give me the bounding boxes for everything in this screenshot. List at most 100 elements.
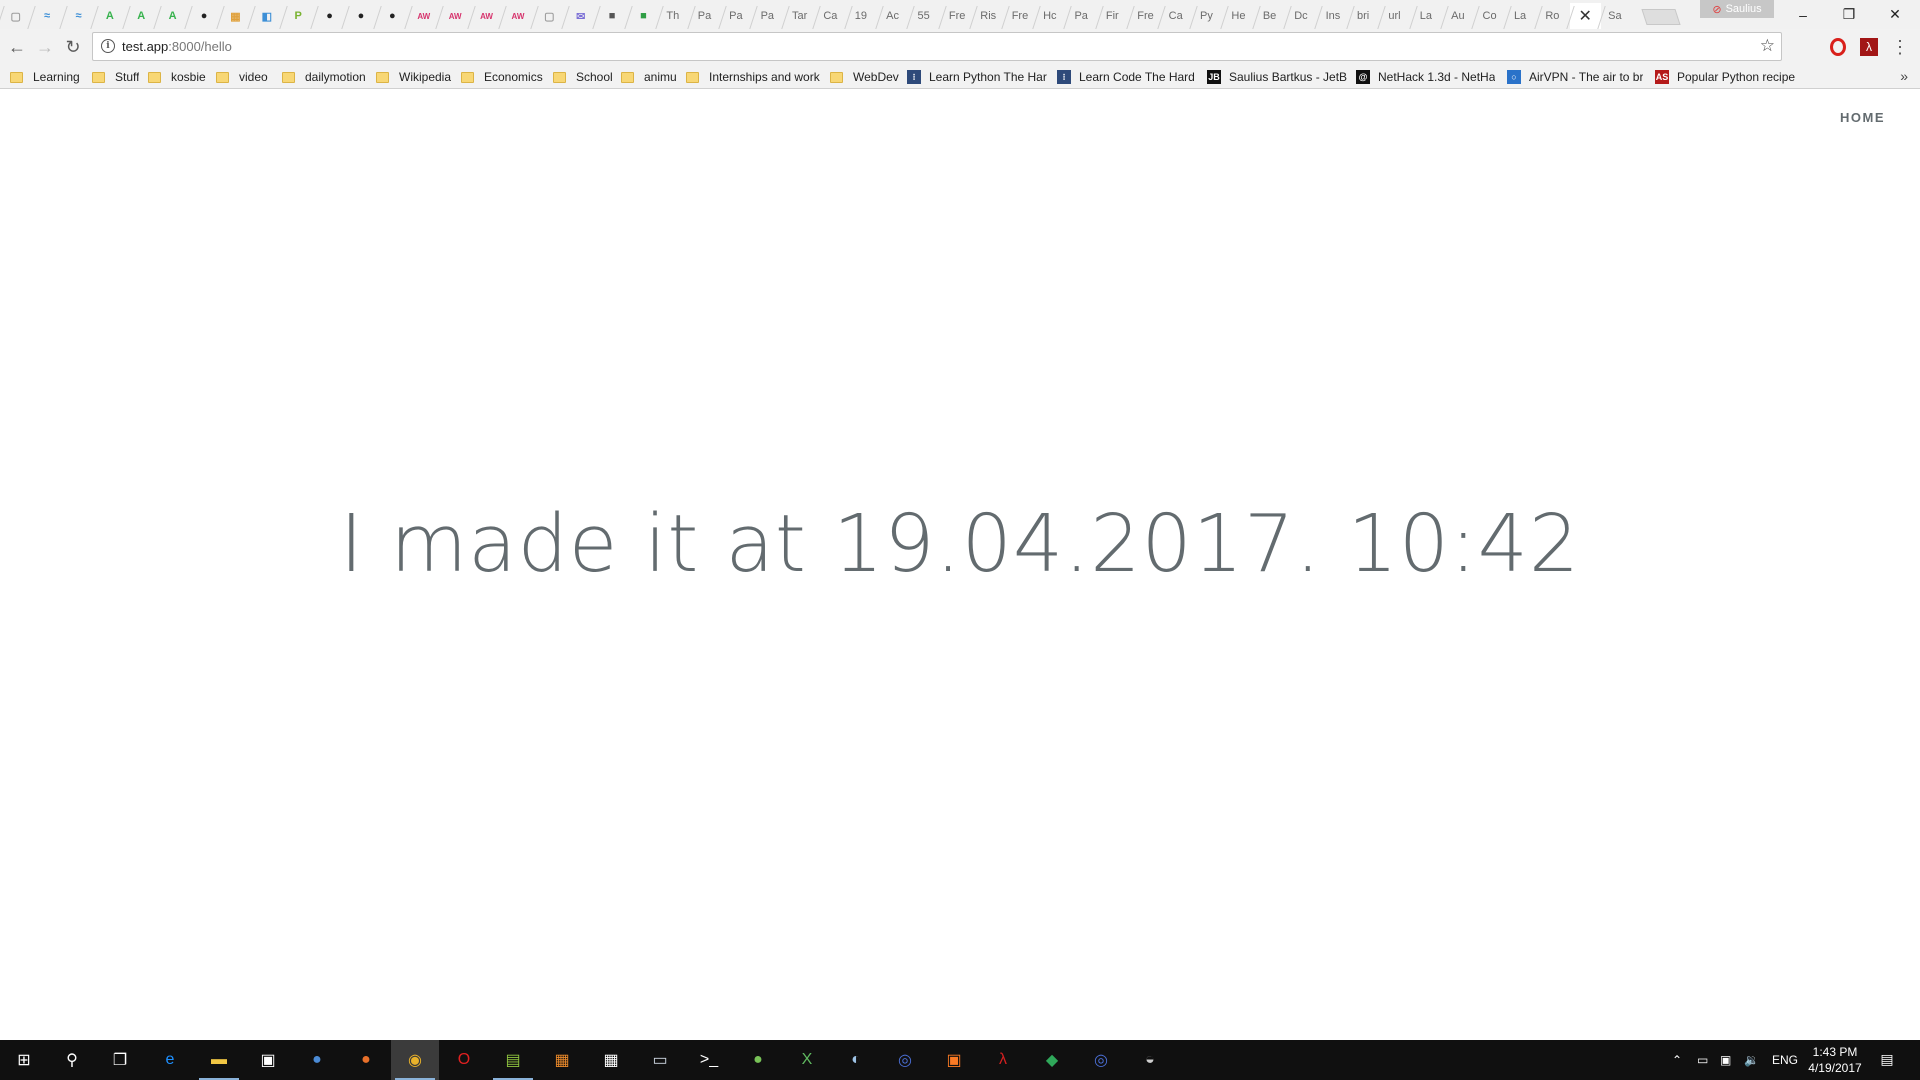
notifications-icon[interactable]: ▤ [1876, 1048, 1898, 1070]
tab[interactable]: ≈ [63, 3, 94, 29]
tab[interactable]: Th [659, 3, 690, 29]
tab[interactable]: AW [471, 3, 502, 29]
tab[interactable]: ▢ [0, 3, 31, 29]
bookmark-link[interactable]: ⁝ Learn Python The Har [907, 69, 1047, 85]
taskbar-xampp-button[interactable]: ▣ [930, 1040, 978, 1080]
tab[interactable]: Dc [1287, 3, 1318, 29]
tab[interactable]: ■ [628, 3, 659, 29]
tray-chevron-icon[interactable]: ⌃ [1672, 1040, 1682, 1080]
tab[interactable]: He [1224, 3, 1255, 29]
bookmark-link[interactable]: ⁝ Learn Code The Hard [1057, 69, 1195, 85]
bookmark-folder[interactable]: video [216, 69, 268, 85]
tab[interactable]: Fre [942, 3, 973, 29]
tab-active[interactable]: ✕ [1569, 3, 1601, 29]
taskbar-terminal-button[interactable]: >_ [685, 1040, 733, 1080]
tab[interactable]: Fre [1130, 3, 1161, 29]
bookmark-folder[interactable]: WebDev [830, 69, 899, 85]
tab[interactable]: Sa [1601, 3, 1632, 29]
taskbar-sublime-button[interactable]: ▦ [538, 1040, 586, 1080]
taskbar-thunderbird-button[interactable]: ● [293, 1040, 341, 1080]
tab[interactable]: Ins [1318, 3, 1349, 29]
tab[interactable]: Pa [1067, 3, 1098, 29]
tab[interactable]: La [1507, 3, 1538, 29]
tab[interactable]: AW [408, 3, 439, 29]
tab[interactable]: ● [345, 3, 376, 29]
tab[interactable]: Ac [879, 3, 910, 29]
tab[interactable]: AW [439, 3, 470, 29]
bookmark-folder[interactable]: dailymotion [282, 69, 366, 85]
bookmark-folder[interactable]: Wikipedia [376, 69, 451, 85]
tab[interactable]: Pa [753, 3, 784, 29]
taskbar-photos-button[interactable]: ▭ [636, 1040, 684, 1080]
taskbar-acrobat-button[interactable]: λ [979, 1040, 1027, 1080]
tab[interactable]: AW [502, 3, 533, 29]
taskbar-android-studio-button[interactable]: ● [734, 1040, 782, 1080]
forward-button[interactable]: → [32, 34, 58, 60]
tab[interactable]: ▦ [220, 3, 251, 29]
battery-icon[interactable]: ▭ [1697, 1040, 1708, 1080]
taskbar-git-tool-button[interactable]: ◆ [1028, 1040, 1076, 1080]
tab[interactable]: Py [1193, 3, 1224, 29]
tab-close-icon[interactable]: ✕ [1577, 8, 1594, 25]
tab[interactable]: Fre [1005, 3, 1036, 29]
bookmark-folder[interactable]: Learning [10, 69, 80, 85]
tab[interactable]: Fir [1099, 3, 1130, 29]
close-window-button[interactable]: ✕ [1872, 0, 1918, 29]
tab[interactable]: ▢ [534, 3, 565, 29]
taskbar-task-view-button[interactable]: ❐ [96, 1040, 144, 1080]
bookmark-link[interactable]: @ NetHack 1.3d - NetHa [1356, 69, 1495, 85]
tab[interactable]: Ris [973, 3, 1004, 29]
tab[interactable]: ◧ [251, 3, 282, 29]
taskbar-search-button[interactable]: ⚲ [48, 1040, 96, 1080]
taskbar-store-button[interactable]: ▣ [244, 1040, 292, 1080]
profile-button[interactable]: ⊘ Saulius [1700, 0, 1774, 18]
tab[interactable]: P [283, 3, 314, 29]
taskbar-opera-button[interactable]: O [440, 1040, 488, 1080]
tab[interactable]: Tar [785, 3, 816, 29]
bookmark-link[interactable]: ○ AirVPN - The air to br [1507, 69, 1643, 85]
taskbar-python-button[interactable]: ◒ [1126, 1040, 1174, 1080]
address-bar[interactable]: i test.app:8000/hello ☆ [92, 32, 1782, 61]
taskbar-steam-button[interactable]: ◐ [832, 1040, 880, 1080]
bookmark-star-icon[interactable]: ☆ [1760, 36, 1775, 56]
reload-button[interactable]: ↻ [60, 34, 86, 60]
tab[interactable]: ≈ [31, 3, 62, 29]
tab[interactable]: url [1381, 3, 1412, 29]
tab[interactable]: A [157, 3, 188, 29]
tab[interactable]: A [94, 3, 125, 29]
tab[interactable]: Ca [1161, 3, 1192, 29]
taskbar-firefox-button[interactable]: ● [342, 1040, 390, 1080]
taskbar-file-explorer-button[interactable]: ▬ [195, 1040, 243, 1080]
tab[interactable]: 19 [848, 3, 879, 29]
taskbar-globe-app-button[interactable]: ◎ [1077, 1040, 1125, 1080]
tab[interactable]: Pa [722, 3, 753, 29]
volume-icon[interactable]: 🔉 [1744, 1040, 1759, 1080]
tab[interactable]: Ro [1538, 3, 1569, 29]
url-text[interactable]: test.app:8000/hello [122, 39, 232, 54]
pdf-extension-icon[interactable]: λ [1860, 38, 1878, 56]
tab[interactable]: ■ [596, 3, 627, 29]
tab[interactable]: ● [188, 3, 219, 29]
tab[interactable]: ● [314, 3, 345, 29]
language-indicator[interactable]: ENG [1772, 1040, 1798, 1080]
bookmarks-overflow-button[interactable]: » [1900, 68, 1908, 84]
tab[interactable]: ✉ [565, 3, 596, 29]
tab[interactable]: A [126, 3, 157, 29]
taskbar-calculator-button[interactable]: ▦ [587, 1040, 635, 1080]
bookmark-folder[interactable]: animu [621, 69, 677, 85]
bookmark-folder[interactable]: School [553, 69, 613, 85]
clock[interactable]: 1:43 PM 4/19/2017 [1800, 1044, 1870, 1076]
new-tab-button[interactable] [1641, 9, 1681, 25]
bookmark-folder[interactable]: kosbie [148, 69, 206, 85]
taskbar-chrome-button[interactable]: ◉ [391, 1040, 439, 1080]
browser-menu-button[interactable]: ⋮ [1891, 35, 1909, 59]
bookmark-folder[interactable]: Stuff [92, 69, 139, 85]
tab[interactable]: 55 [910, 3, 941, 29]
tab[interactable]: Pa [691, 3, 722, 29]
back-button[interactable]: ← [4, 34, 30, 60]
taskbar-edge-button[interactable]: e [146, 1040, 194, 1080]
network-icon[interactable]: ▣ [1720, 1040, 1731, 1080]
tab[interactable]: Hc [1036, 3, 1067, 29]
tab[interactable]: ● [377, 3, 408, 29]
tab[interactable]: bri [1350, 3, 1381, 29]
